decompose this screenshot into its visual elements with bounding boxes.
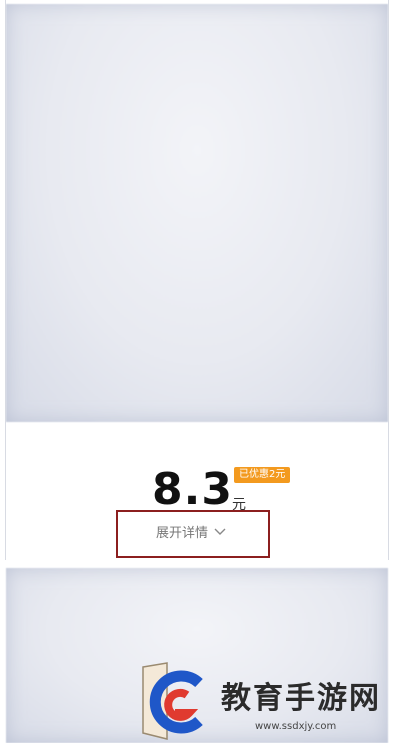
- watermark-site-name: 教育手游网: [221, 681, 381, 716]
- expand-details-label: 展开详情: [156, 526, 209, 541]
- watermark-url: www.ssdxjy.com: [255, 721, 337, 732]
- expand-details-button[interactable]: 展开详情: [156, 522, 226, 541]
- chevron-down-icon: [214, 528, 226, 535]
- price-value: 8.3: [152, 464, 233, 515]
- product-image-top: [6, 4, 388, 422]
- watermark: 教育手游网 www.ssdxjy.com: [137, 661, 397, 743]
- site-logo-icon: [142, 662, 203, 740]
- discount-badge: 已优惠2元: [234, 467, 291, 483]
